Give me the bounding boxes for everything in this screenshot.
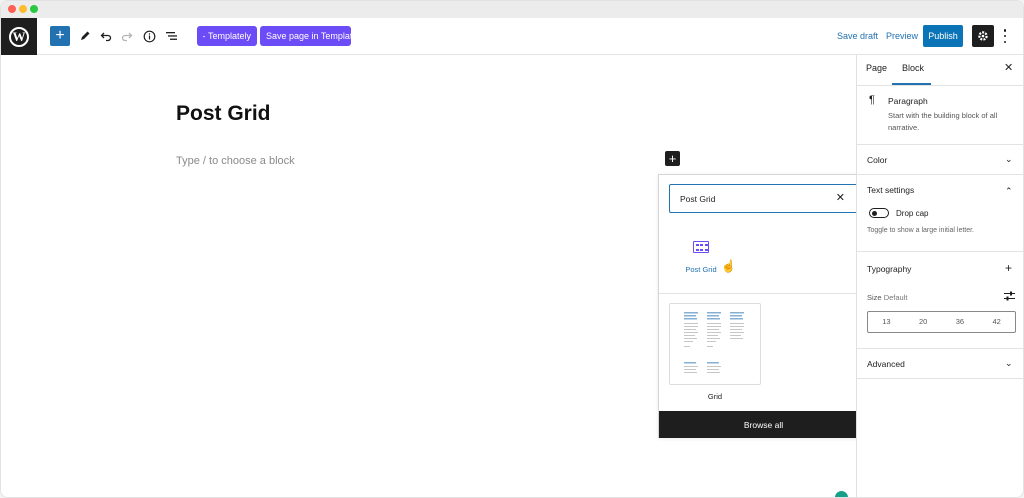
chevron-up-icon[interactable]: ⌃	[1005, 186, 1013, 197]
browse-all-button[interactable]: Browse all	[659, 411, 868, 438]
panel-text-settings-title[interactable]: Text settings	[867, 185, 914, 195]
drop-cap-help: Toggle to show a large initial letter.	[867, 227, 975, 234]
block-search-input[interactable]: Post Grid ✕	[669, 184, 860, 213]
publish-button[interactable]: Publish	[923, 25, 963, 47]
browser-window: W + Templately Save page in Templately S…	[0, 0, 1024, 498]
maximize-window-dot[interactable]	[30, 5, 38, 13]
size-default-text: Default	[883, 293, 908, 302]
sidebar-divider	[857, 251, 1023, 252]
chevron-down-icon[interactable]: ⌄	[1005, 358, 1013, 369]
plus-icon: +	[55, 27, 65, 44]
paragraph-icon: ¶	[869, 94, 875, 106]
block-card-title: Paragraph	[888, 96, 928, 106]
block-card-description: Start with the building block of all nar…	[888, 111, 998, 132]
block-inserter-button[interactable]: +	[50, 26, 70, 46]
grid-pattern-thumbnail	[684, 312, 744, 373]
undo-icon	[100, 32, 112, 42]
tools-button[interactable]	[75, 26, 95, 46]
chevron-down-icon[interactable]: ⌄	[1005, 154, 1013, 165]
tab-block[interactable]: Block	[902, 63, 924, 73]
toggle-knob	[871, 210, 877, 216]
plus-icon: +	[668, 151, 677, 166]
close-sidebar-icon[interactable]: ✕	[1004, 61, 1013, 74]
kebab-dot	[1003, 40, 1007, 43]
more-options-button[interactable]	[999, 28, 1011, 44]
block-result-label: Post Grid	[685, 265, 717, 274]
post-grid-icon	[693, 241, 709, 253]
sidebar-divider	[857, 85, 1023, 86]
plus-icon[interactable]: +	[1005, 261, 1012, 275]
details-button[interactable]	[139, 26, 159, 46]
font-size-label: Size Default	[867, 293, 907, 302]
list-view-button[interactable]	[161, 26, 181, 46]
font-size-option[interactable]: 13	[868, 312, 905, 332]
list-view-icon	[165, 32, 177, 40]
pattern-preview-grid[interactable]	[669, 303, 761, 385]
sidebar-divider	[857, 378, 1023, 379]
font-size-picker: 13 20 36 42	[867, 311, 1016, 333]
hand-cursor-icon: ☝	[721, 259, 736, 273]
close-window-dot[interactable]	[8, 5, 16, 13]
panel-advanced-title[interactable]: Advanced	[867, 359, 905, 369]
drop-cap-label: Drop cap	[896, 209, 929, 218]
sliders-icon[interactable]	[1004, 291, 1015, 301]
kebab-dot	[1003, 34, 1007, 38]
sidebar-divider	[857, 348, 1023, 349]
wordpress-icon: W	[9, 26, 29, 47]
pencil-icon	[81, 31, 90, 40]
redo-button[interactable]	[117, 26, 137, 46]
clear-search-icon[interactable]: ✕	[836, 191, 845, 204]
pattern-label: Grid	[707, 392, 723, 401]
panel-color-title[interactable]: Color	[867, 155, 887, 165]
search-value: Post Grid	[680, 194, 716, 204]
window-titlebar	[1, 1, 1023, 18]
tab-page[interactable]: Page	[866, 63, 887, 73]
editor-toolbar: W + Templately Save page in Templately S…	[1, 18, 1023, 55]
info-icon	[143, 30, 155, 42]
settings-sidebar: Page Block ✕ ¶ Paragraph Start with the …	[856, 55, 1023, 497]
save-in-templately-button[interactable]: Save page in Templately	[260, 26, 364, 46]
settings-button[interactable]	[972, 25, 994, 47]
inline-inserter-button[interactable]: +	[665, 151, 680, 166]
size-label-text: Size	[867, 293, 882, 302]
minimize-window-dot[interactable]	[19, 5, 27, 13]
font-size-option[interactable]: 36	[942, 312, 979, 332]
panel-typography-title[interactable]: Typography	[867, 264, 911, 274]
save-in-templately-label: Save page in Templately	[266, 31, 364, 41]
redo-icon	[121, 32, 133, 42]
popover-divider	[659, 293, 868, 294]
kebab-dot	[1003, 29, 1007, 32]
sidebar-divider	[857, 144, 1023, 145]
templately-cloud-icon	[203, 35, 205, 37]
grammarly-icon[interactable]	[835, 491, 848, 497]
wordpress-logo[interactable]: W	[1, 18, 37, 55]
undo-button[interactable]	[96, 26, 116, 46]
templately-button[interactable]: Templately	[197, 26, 257, 46]
font-size-option[interactable]: 20	[905, 312, 942, 332]
block-placeholder[interactable]: Type / to choose a block	[176, 155, 295, 167]
post-title[interactable]: Post Grid	[176, 102, 271, 126]
sidebar-divider	[857, 174, 1023, 175]
preview-button[interactable]: Preview	[886, 31, 918, 41]
font-size-option[interactable]: 42	[978, 312, 1015, 332]
templately-label: Templately	[207, 31, 251, 41]
block-inserter-popover: Post Grid ✕ Post Grid ☝ Grid Browse all	[658, 174, 869, 438]
block-result-post-grid[interactable]: Post Grid	[679, 235, 723, 283]
drop-cap-toggle[interactable]	[869, 208, 889, 218]
save-draft-button[interactable]: Save draft	[837, 31, 878, 41]
gear-icon	[978, 31, 988, 41]
